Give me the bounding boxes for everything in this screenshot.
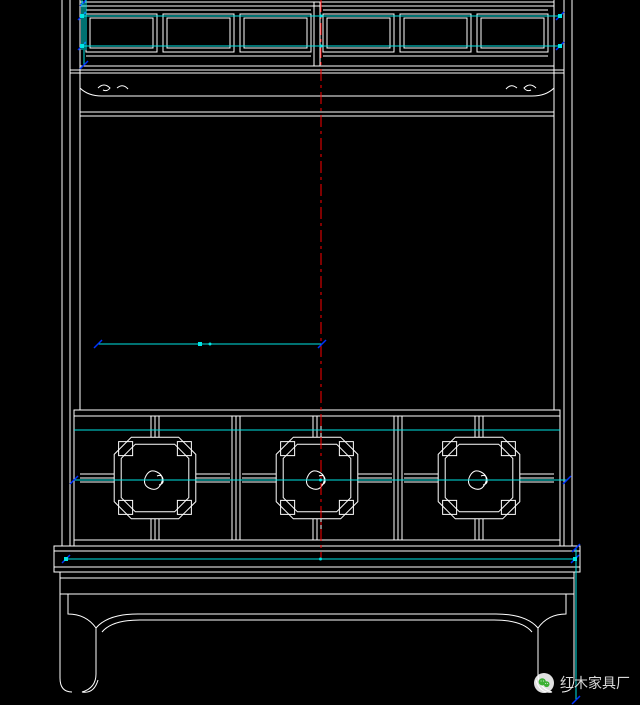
- cad-drawing: [0, 0, 640, 705]
- watermark: 红木家具厂: [534, 673, 630, 693]
- watermark-text: 红木家具厂: [560, 673, 630, 693]
- cad-viewport: 红木家具厂: [0, 0, 640, 705]
- wechat-icon: [534, 673, 554, 693]
